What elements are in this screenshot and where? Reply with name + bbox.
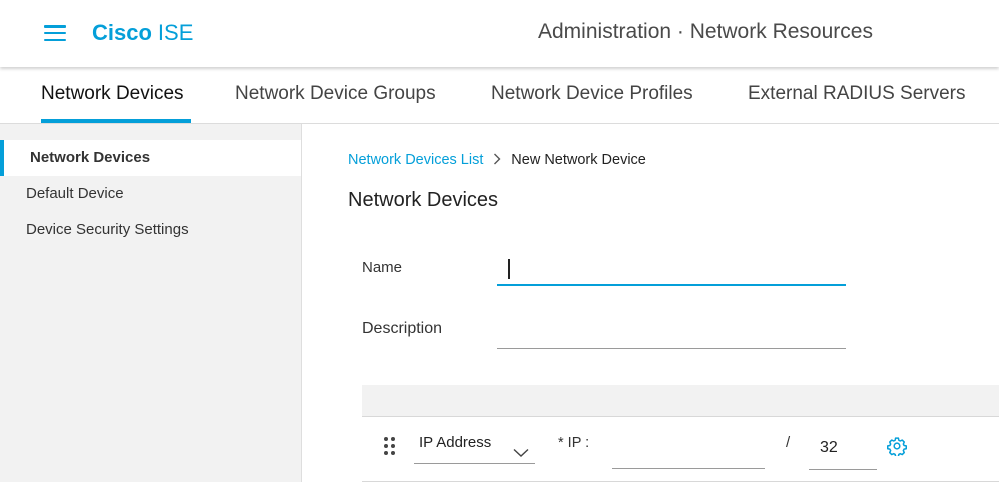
subnet-slash: /: [786, 434, 791, 451]
name-input[interactable]: [497, 254, 846, 286]
ip-address-input[interactable]: [612, 431, 765, 469]
sidebar-item-device-security-settings[interactable]: Device Security Settings: [0, 212, 301, 248]
hamburger-menu-icon[interactable]: [44, 25, 66, 42]
tab-bar: Network Devices Network Device Groups Ne…: [0, 68, 999, 124]
brand-name-bold: Cisco: [92, 20, 152, 45]
tab-network-device-groups[interactable]: Network Device Groups: [235, 83, 436, 105]
page-heading: Administration · Network Resources: [538, 20, 873, 43]
description-label: Description: [362, 320, 443, 337]
ip-address-row: IP Address * IP : / 32: [362, 417, 999, 482]
sidebar-item-default-device[interactable]: Default Device: [0, 176, 301, 212]
page-title: Network Devices: [348, 189, 499, 211]
breadcrumb: Network Devices List New Network Device: [348, 151, 646, 168]
brand-logo[interactable]: Cisco ISE: [92, 20, 193, 46]
chevron-down-icon: [513, 434, 529, 467]
tab-network-device-profiles[interactable]: Network Device Profiles: [491, 83, 693, 105]
sidebar-item-network-devices[interactable]: Network Devices: [0, 140, 301, 176]
drag-handle-icon[interactable]: [384, 437, 396, 457]
ip-type-select[interactable]: IP Address: [414, 430, 535, 464]
tab-external-radius-servers[interactable]: External RADIUS Servers: [748, 83, 966, 105]
text-cursor: [508, 259, 510, 279]
breadcrumb-current: New Network Device: [511, 152, 646, 168]
brand-name-product: ISE: [157, 20, 194, 45]
breadcrumb-parent-link[interactable]: Network Devices List: [348, 152, 483, 168]
name-label: Name: [362, 259, 403, 276]
chevron-right-icon: [493, 151, 505, 167]
top-header: Cisco ISE Administration · Network Resour…: [0, 0, 999, 67]
active-tab-indicator: [41, 119, 191, 123]
ip-section-header: [362, 385, 999, 417]
ip-type-value: IP Address: [419, 434, 492, 451]
ip-label: * IP :: [558, 435, 590, 451]
description-input[interactable]: [497, 318, 846, 349]
gear-icon[interactable]: [887, 436, 907, 458]
tab-network-devices[interactable]: Network Devices: [41, 83, 184, 105]
subnet-mask-input[interactable]: 32: [809, 431, 877, 470]
sidebar: Network Devices Default Device Device Se…: [0, 124, 302, 482]
